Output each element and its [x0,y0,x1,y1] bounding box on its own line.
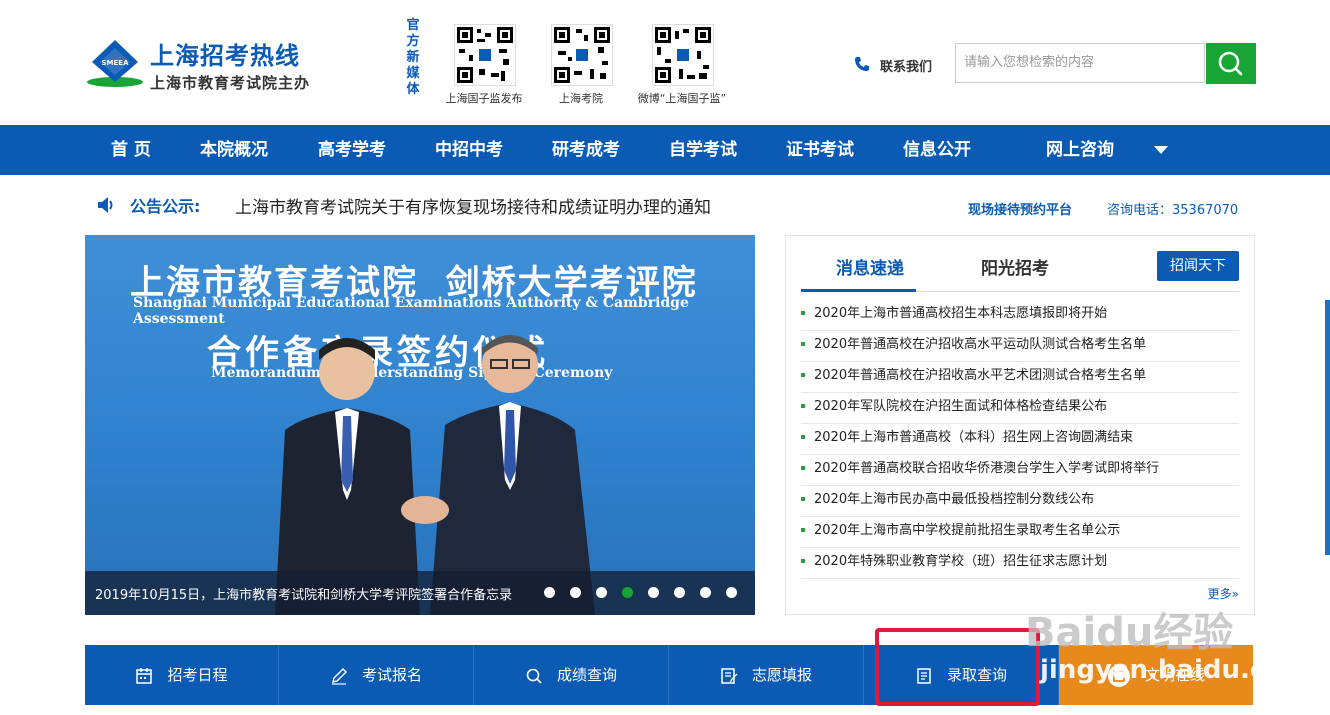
carousel-dot[interactable] [674,587,685,598]
tab-sunshine-admission[interactable]: 阳光招考 [981,254,1049,279]
bullet-icon [801,465,805,470]
registration-label: 考试报名 [361,666,422,684]
phone-icon [855,57,869,71]
carousel-dot[interactable] [700,587,711,598]
search-icon [1218,51,1243,76]
news-item[interactable]: 2020年上海市普通高校（本科）招生网上咨询圆满结束 [801,423,1239,455]
scrollbar[interactable] [1325,300,1330,555]
news-item[interactable]: 2020年普通高校联合招收华侨港澳台学生入学考试即将举行 [801,454,1239,486]
news-panel: 消息速递 阳光招考 招闻天下 2020年上海市普通高校招生本科志愿填报即将开始 2… [785,235,1255,615]
carousel-dot[interactable] [544,587,555,598]
news-item[interactable]: 2020年军队院校在沪招生面试和体格检查结果公布 [801,392,1239,424]
bullet-icon [801,341,805,346]
bullet-icon [801,434,805,439]
news-item-title: 2020年军队院校在沪招生面试和体格检查结果公布 [814,399,1108,414]
nav-online-consult[interactable]: 网上咨询 [1046,125,1114,175]
pencil-icon [331,667,348,685]
bullet-icon [801,310,805,315]
main-nav: 首 页 本院概况 高考学考 中招中考 研考成考 自学考试 证书考试 信息公开 网… [0,125,1330,175]
news-item-title: 2020年上海市普通高校招生本科志愿填报即将开始 [814,306,1108,321]
nav-about[interactable]: 本院概况 [200,125,268,175]
qr-code-3 [652,24,714,86]
banner-carousel[interactable]: 上海市教育考试院 剑桥大学考评院 Shanghai Municipal Educ… [85,235,755,615]
site-title[interactable]: 上海招考热线 [150,36,300,71]
carousel-dot[interactable] [570,587,581,598]
banner-caption-bar: 2019年10月15日，上海市教育考试院和剑桥大学考评院签署合作备忘录 [85,571,755,615]
news-item-title: 2020年上海市民办高中最低投档控制分数线公布 [814,492,1095,507]
tab-news-express[interactable]: 消息速递 [836,254,904,279]
site-subtitle: 上海市教育考试院主办 [150,74,311,92]
notice-label: 公告公示: [130,197,201,216]
nav-zikao[interactable]: 自学考试 [669,125,737,175]
volunteer-fill-label: 志愿填报 [751,666,812,684]
logo-emblem: SMEEA [87,40,143,87]
news-item[interactable]: 2020年普通高校在沪招收高水平艺术团测试合格考生名单 [801,361,1239,393]
watermark-url: jingyan.baidu.com [1040,655,1311,685]
nav-gaokao[interactable]: 高考学考 [318,125,386,175]
registration-button[interactable]: 考试报名 [279,645,474,705]
news-item[interactable]: 2020年普通高校在沪招收高水平运动队测试合格考生名单 [801,330,1239,362]
news-item-title: 2020年普通高校联合招收华侨港澳台学生入学考试即将举行 [814,461,1160,476]
logo-badge: SMEEA [102,59,130,67]
search-button[interactable] [1206,43,1256,84]
carousel-dot[interactable] [648,587,659,598]
consult-phone: 咨询电话：35367070 [1107,203,1239,218]
carousel-dot[interactable] [596,587,607,598]
news-item[interactable]: 2020年上海市民办高中最低投档控制分数线公布 [801,485,1239,517]
news-item-title: 2020年特殊职业教育学校（班）招生征求志愿计划 [814,554,1108,569]
score-query-label: 成绩查询 [556,666,617,684]
reservation-platform-link[interactable]: 现场接待预约平台 [968,199,1072,218]
news-item[interactable]: 2020年上海市高中学校提前批招生录取考生名单公示 [801,516,1239,548]
nav-info-public[interactable]: 信息公开 [903,125,971,175]
magnifier-icon [526,668,542,684]
qr-code-2 [551,24,613,86]
nav-home[interactable]: 首 页 [111,125,151,175]
score-query-button[interactable]: 成绩查询 [474,645,669,705]
zhaowen-button[interactable]: 招闻天下 [1157,251,1239,281]
active-tab-underline [801,289,916,292]
bullet-icon [801,527,805,532]
news-item-title: 2020年普通高校在沪招收高水平艺术团测试合格考生名单 [814,368,1147,383]
schedule-button[interactable]: 招考日程 [85,645,279,705]
news-item[interactable]: 2020年特殊职业教育学校（班）招生征求志愿计划 [801,547,1239,579]
carousel-dot[interactable] [622,587,633,598]
bullet-icon [801,372,805,377]
news-item-title: 2020年普通高校在沪招收高水平运动队测试合格考生名单 [814,337,1147,352]
contact-link[interactable]: 联系我们 [880,56,932,75]
volunteer-fill-button[interactable]: 志愿填报 [669,645,864,705]
highlight-box [875,628,1040,706]
watermark-logo: Baidu经验 [1025,610,1234,656]
notice-text[interactable]: 上海市教育考试院关于有序恢复现场接待和成绩证明办理的通知 [235,193,711,218]
nav-zhongkao[interactable]: 中招中考 [435,125,503,175]
search-input[interactable]: 请输入您想检索的内容 [955,43,1205,83]
schedule-label: 招考日程 [167,666,228,684]
carousel-dot[interactable] [726,587,737,598]
caret-down-icon[interactable] [1153,144,1169,156]
bullet-icon [801,403,805,408]
qr-caption-3: 微博“上海国子监” [637,92,727,105]
media-label: 官方新媒体 [406,18,420,97]
speaker-icon [98,197,113,213]
calendar-icon [136,667,153,684]
nav-yankao[interactable]: 研考成考 [552,125,620,175]
bullet-icon [801,558,805,563]
banner-caption: 2019年10月15日，上海市教育考试院和剑桥大学考评院签署合作备忘录 [95,588,513,603]
qr-code-1 [454,24,516,86]
news-item-title: 2020年上海市高中学校提前批招生录取考生名单公示 [814,523,1121,538]
news-item[interactable]: 2020年上海市普通高校招生本科志愿填报即将开始 [801,299,1239,331]
nav-certificate[interactable]: 证书考试 [786,125,854,175]
news-item-title: 2020年上海市普通高校（本科）招生网上咨询圆满结束 [814,430,1134,445]
form-icon [721,667,738,684]
bullet-icon [801,496,805,501]
